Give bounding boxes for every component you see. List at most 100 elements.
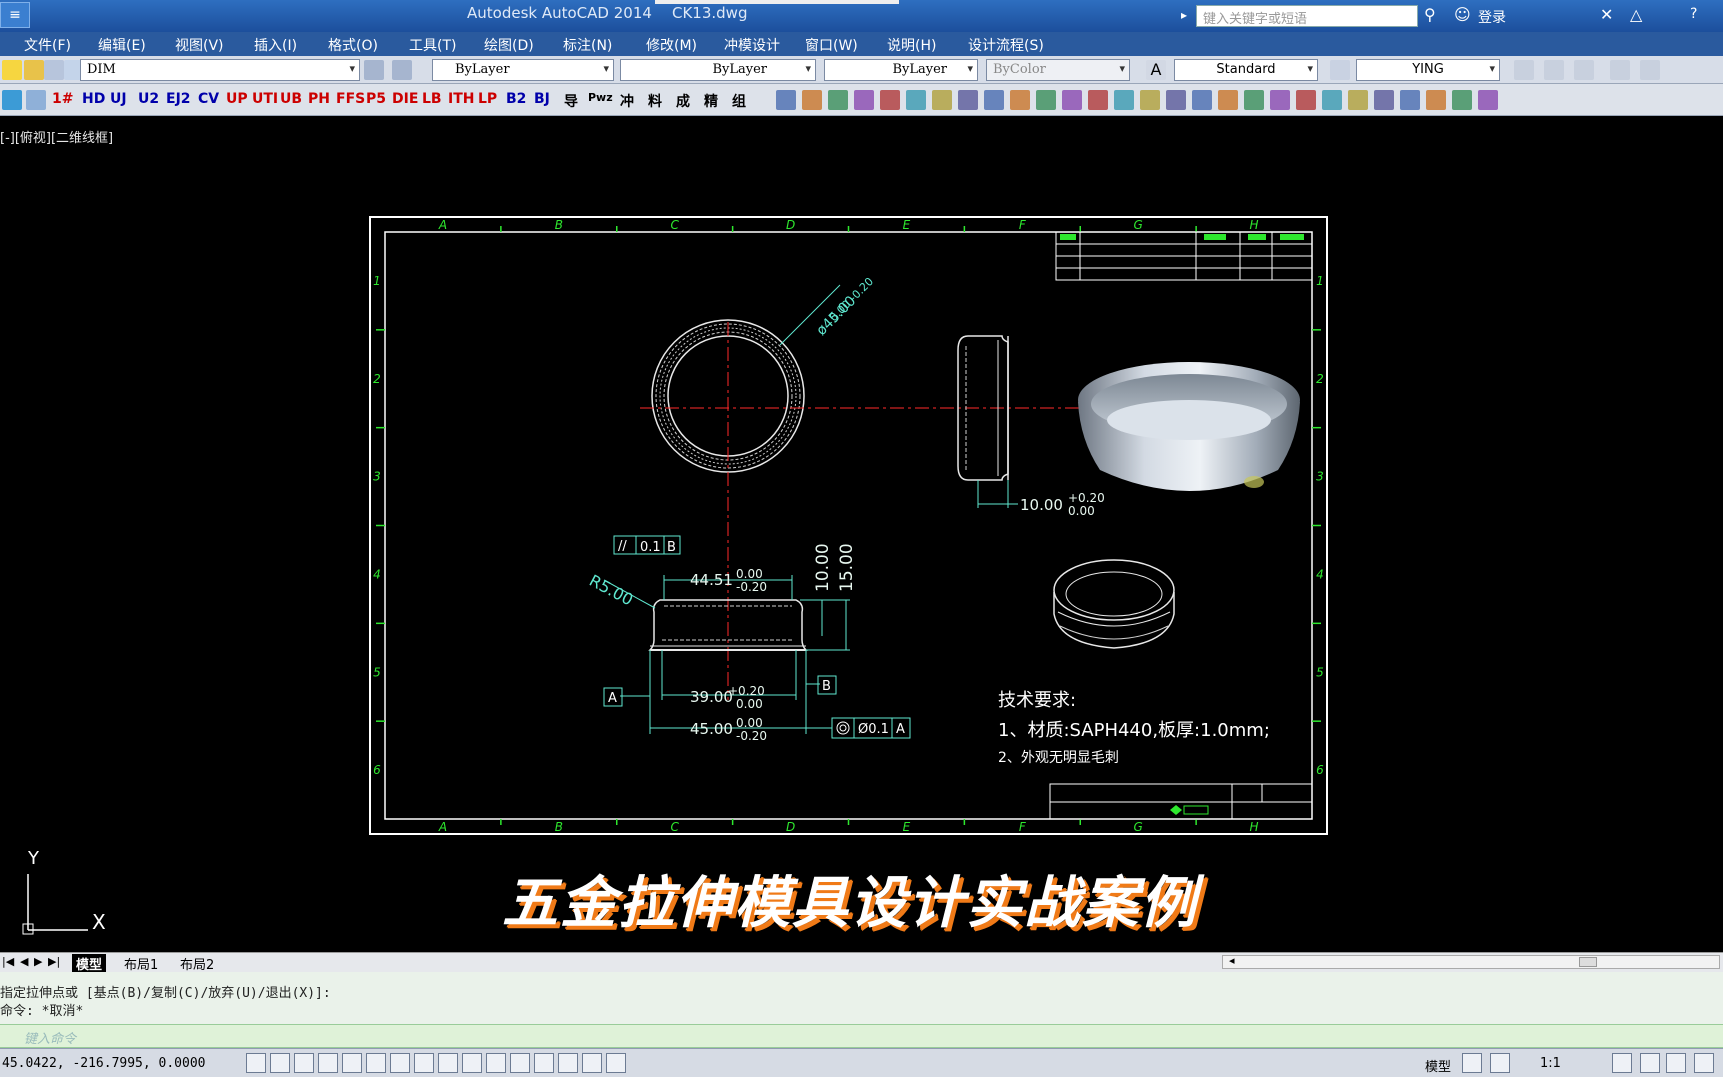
drafting-toggle-icon[interactable]: [342, 1053, 362, 1073]
dim-39-tol-up: +0.20: [728, 684, 765, 698]
row-label-right: 2: [1316, 372, 1324, 386]
coordinate-readout: 45.0422, -216.7995, 0.0000: [2, 1056, 206, 1071]
tab-layout2[interactable]: 布局2: [176, 954, 218, 973]
dim-44-51-tol-down: -0.20: [736, 580, 767, 594]
concentricity-value: Ø0.1: [858, 722, 889, 737]
tab-nav-next-icon[interactable]: ▶: [34, 955, 42, 968]
row-label-left: 4: [373, 567, 381, 581]
row-label-left: 2: [373, 372, 381, 386]
dim-45: 45.00: [690, 720, 733, 738]
drafting-toggle-icon[interactable]: [486, 1053, 506, 1073]
column-label-top: C: [670, 218, 679, 232]
row-label-right: 3: [1316, 470, 1324, 484]
drafting-toggle-icon[interactable]: [318, 1053, 338, 1073]
flatness-datum: B: [667, 540, 676, 555]
row-label-right: 5: [1316, 665, 1324, 679]
tab-nav-last-icon[interactable]: ▶|: [48, 955, 60, 968]
drafting-toggle-icon[interactable]: [606, 1053, 626, 1073]
datum-b: B: [822, 679, 831, 694]
drafting-toggle-icon[interactable]: [366, 1053, 386, 1073]
drafting-toggle-icon[interactable]: [510, 1053, 530, 1073]
annotation-visibility-icon[interactable]: [1612, 1053, 1632, 1073]
column-label-bottom: E: [903, 820, 911, 834]
annotation-scale[interactable]: 1:1: [1540, 1056, 1561, 1071]
dim-10-tol-down: 0.00: [1068, 504, 1095, 518]
3d-wireframe: [1053, 559, 1175, 649]
dim-10-tol-up: +0.20: [1068, 491, 1105, 505]
dim-39-tol-down: 0.00: [736, 697, 763, 711]
autocad-window: ≡ Autodesk AutoCAD 2014 CK13.dwg ▸ 键入关键字…: [0, 0, 1723, 1077]
top-view-ring: [640, 284, 1080, 700]
column-label-top: H: [1250, 218, 1259, 232]
drafting-toggle-icon[interactable]: [582, 1053, 602, 1073]
scroll-left-icon[interactable]: ◂: [1229, 954, 1235, 967]
quick-view-layouts-icon[interactable]: [1462, 1053, 1482, 1073]
svg-text://: //: [618, 539, 627, 554]
tech-requirement-1: 1、材质:SAPH440,板厚:1.0mm;: [998, 720, 1270, 741]
column-label-top: D: [786, 218, 795, 232]
dim-10: 10.00: [1020, 496, 1063, 514]
drafting-toggle-icon[interactable]: [270, 1053, 290, 1073]
video-subtitle: 五金拉伸模具设计实战案例: [502, 871, 1198, 936]
row-label-left: 5: [373, 665, 381, 679]
drafting-toggle-icon[interactable]: [294, 1053, 314, 1073]
row-label-left: 3: [373, 470, 381, 484]
row-labels-right: 1 2 3 4 5 6: [1312, 274, 1324, 777]
drafting-toggle-icon[interactable]: [390, 1053, 410, 1073]
row-labels-left: 1 2 3 4 5 6: [373, 274, 385, 777]
tab-model[interactable]: 模型: [72, 954, 107, 973]
command-history: 指定拉伸点或 [基点(B)/复制(C)/放弃(U)/退出(X)]: 命令: *取…: [0, 972, 1723, 1024]
dim-44-51: 44.51: [690, 571, 733, 589]
drafting-toggle-icon[interactable]: [534, 1053, 554, 1073]
drafting-toggle-icon[interactable]: [558, 1053, 578, 1073]
model-space-button[interactable]: 模型: [1425, 1056, 1451, 1075]
ucs-x-label: X: [92, 910, 106, 934]
workspace-icon[interactable]: [1640, 1053, 1660, 1073]
row-label-right: 4: [1316, 567, 1324, 581]
dim-39: 39.00: [690, 688, 733, 706]
dim-height-15: 15.00: [837, 543, 857, 592]
tab-layout1[interactable]: 布局1: [120, 954, 162, 973]
column-labels-bottom: A B C D E F G H: [438, 819, 1259, 834]
flatness-value: 0.1: [640, 540, 661, 555]
dim-45-tol-up: 0.00: [736, 716, 763, 730]
scroll-thumb[interactable]: [1579, 957, 1597, 967]
column-label-bottom: G: [1134, 820, 1143, 834]
dim-44-51-tol-up: 0.00: [736, 567, 763, 581]
tech-requirements-title: 技术要求:: [998, 690, 1076, 711]
drafting-toggle-icon[interactable]: [462, 1053, 482, 1073]
concentricity-datum: A: [896, 722, 905, 737]
column-label-bottom: B: [555, 820, 563, 834]
side-view: [957, 335, 1018, 508]
3d-part-render: [1078, 362, 1300, 491]
column-label-bottom: H: [1250, 820, 1259, 834]
tab-nav-first-icon[interactable]: |◀: [2, 955, 14, 968]
dim-height-10: 10.00: [813, 543, 833, 592]
column-label-top: G: [1134, 218, 1143, 232]
settings-icon[interactable]: [1666, 1053, 1686, 1073]
drafting-toggle-icon[interactable]: [414, 1053, 434, 1073]
ucs-y-label: Y: [28, 848, 39, 869]
row-label-left: 6: [373, 763, 381, 777]
column-label-top: B: [555, 218, 563, 232]
column-label-bottom: A: [438, 820, 447, 834]
drafting-toggle-icon[interactable]: [438, 1053, 458, 1073]
tech-requirement-2: 2、外观无明显毛刺: [998, 750, 1119, 766]
column-label-top: E: [903, 218, 911, 232]
quick-view-drawings-icon[interactable]: [1490, 1053, 1510, 1073]
tab-nav-prev-icon[interactable]: ◀: [20, 955, 28, 968]
column-label-bottom: F: [1019, 820, 1027, 834]
status-bar: 45.0422, -216.7995, 0.0000 模型 1:1: [0, 1048, 1723, 1077]
column-label-bottom: D: [786, 820, 795, 834]
drafting-toggle-icon[interactable]: [246, 1053, 266, 1073]
horizontal-scrollbar[interactable]: ◂: [1222, 954, 1720, 969]
title-block: [1049, 783, 1313, 820]
row-label-right: 6: [1316, 763, 1324, 777]
command-input[interactable]: 键入命令: [0, 1024, 1723, 1048]
column-labels-top: A B C D E F G H: [438, 218, 1259, 232]
command-line-1: 指定拉伸点或 [基点(B)/复制(C)/放弃(U)/退出(X)]:: [0, 986, 331, 1001]
lock-ui-icon[interactable]: [1694, 1053, 1714, 1073]
column-label-top: A: [438, 218, 447, 232]
dim-45-tol-down: -0.20: [736, 729, 767, 743]
datum-a: A: [608, 691, 617, 706]
